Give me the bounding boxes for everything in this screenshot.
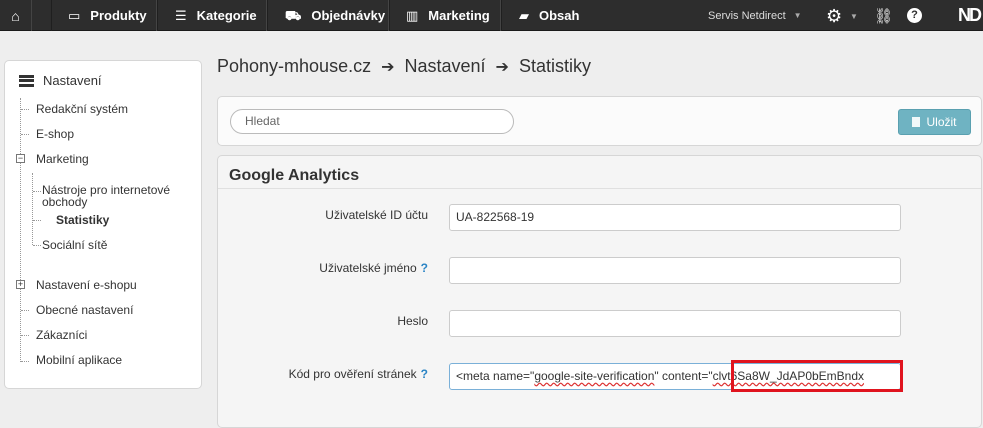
breadcrumb-site[interactable]: Pohony-mhouse.cz [217,56,371,77]
field-label-password: Heslo [397,314,428,328]
cart-icon: ⛟ [285,8,302,23]
label-text: Uživatelské ID účtu [325,208,428,222]
search-input[interactable]: Hledat [230,109,514,134]
tree-line [32,173,33,245]
arrow-right-icon: ➔ [495,58,509,76]
settings-sidebar: Nastavení Redakční systém E-shop − Marke… [4,60,202,389]
sidebar-item-obecne-nastaveni[interactable]: Obecné nastavení [36,303,133,317]
toolbar-panel: Hledat Uložit [217,96,982,146]
list-icon: ☰ [175,8,187,23]
nav-label: Produkty [90,8,147,23]
arrow-right-icon: ➔ [381,58,395,76]
chevron-down-icon: ▼ [850,12,858,21]
highlight-annotation-box [731,360,903,392]
breadcrumb-section[interactable]: Nastavení [405,56,486,77]
account-name: Servis Netdirect [708,9,786,22]
nav-label: Marketing [428,8,490,23]
sidebar-item-nastroje[interactable]: Nástroje pro internetové obchody [42,184,192,208]
top-navigation-bar: ⌂ ▭ Produkty ☰ Kategorie ⛟ Objednávky ▥ … [0,0,983,31]
nav-marketing[interactable]: ▥ Marketing [389,0,501,31]
tree-tick [33,220,41,221]
label-text: Uživatelské jméno [319,261,417,275]
sidebar-item-statistiky[interactable]: Statistiky [56,213,109,227]
home-icon: ⌂ [11,7,20,24]
value-part: google-site-verification [534,369,655,383]
save-button[interactable]: Uložit [898,109,971,135]
menu-icon [19,74,34,87]
nav-label: Objednávky [311,8,386,23]
nav-obsah[interactable]: ▰ Obsah [501,0,596,31]
sidebar-title: Nastavení [43,73,102,88]
expand-icon[interactable]: + [16,280,25,289]
tree-tick [33,245,41,246]
nav-label: Obsah [539,8,580,23]
gear-icon[interactable]: ⚙ [826,6,848,26]
value-part: " content=" [654,369,713,383]
field-label-account-id: Uživatelské ID účtu [325,208,428,222]
chevron-down-icon: ▼ [793,11,802,20]
nav-produkty[interactable]: ▭ Produkty [51,0,157,31]
account-id-input[interactable]: UA-822568-19 [449,204,901,231]
tree-tick [21,361,29,362]
logo: ND [958,5,982,25]
section-title: Google Analytics [229,167,360,184]
label-text: Kód pro ověření stránek [288,367,417,381]
help-icon[interactable]: ? [907,8,922,23]
label-text: Heslo [397,314,428,328]
value-part: <meta name=" [456,369,535,383]
link-icon[interactable]: ⛓ [874,7,893,25]
tree-tick [21,335,29,336]
collapse-icon[interactable]: − [16,154,25,163]
tree-tick [21,310,29,311]
sidebar-header: Nastavení [19,73,102,88]
home-button[interactable]: ⌂ [0,0,32,31]
nav-kategorie[interactable]: ☰ Kategorie [157,0,267,31]
nav-objednavky[interactable]: ⛟ Objednávky [267,0,389,31]
divider [218,188,981,189]
sidebar-item-e-shop[interactable]: E-shop [36,127,74,141]
field-label-verification: Kód pro ověření stránek? [289,367,428,381]
sidebar-item-redakcni-system[interactable]: Redakční systém [36,102,128,116]
help-question-icon[interactable]: ? [421,367,428,381]
breadcrumb: Pohony-mhouse.cz ➔ Nastavení ➔ Statistik… [217,56,591,77]
chart-icon: ▥ [406,8,419,23]
sidebar-item-marketing[interactable]: Marketing [36,152,89,166]
sidebar-item-socialni-site[interactable]: Sociální sítě [42,238,107,252]
document-icon [912,117,921,127]
sidebar-item-mobilni-aplikace[interactable]: Mobilní aplikace [36,353,122,367]
sidebar-item-nastaveni-e-shopu[interactable]: Nastavení e-shopu [36,278,137,292]
monitor-icon: ▭ [68,8,81,23]
nav-label: Kategorie [196,8,257,23]
tree-tick [33,191,41,192]
save-label: Uložit [926,115,957,129]
tree-tick [21,109,29,110]
field-label-username: Uživatelské jméno? [319,261,428,275]
book-icon: ▰ [519,8,529,23]
help-question-icon[interactable]: ? [421,261,428,275]
username-input[interactable] [449,257,901,284]
page-title: Statistiky [518,56,591,76]
password-input[interactable] [449,310,901,337]
tree-line [20,98,21,362]
account-menu[interactable]: Servis Netdirect ▼ [708,0,802,31]
tree-tick [21,134,29,135]
sidebar-item-zakaznici[interactable]: Zákazníci [36,328,87,342]
